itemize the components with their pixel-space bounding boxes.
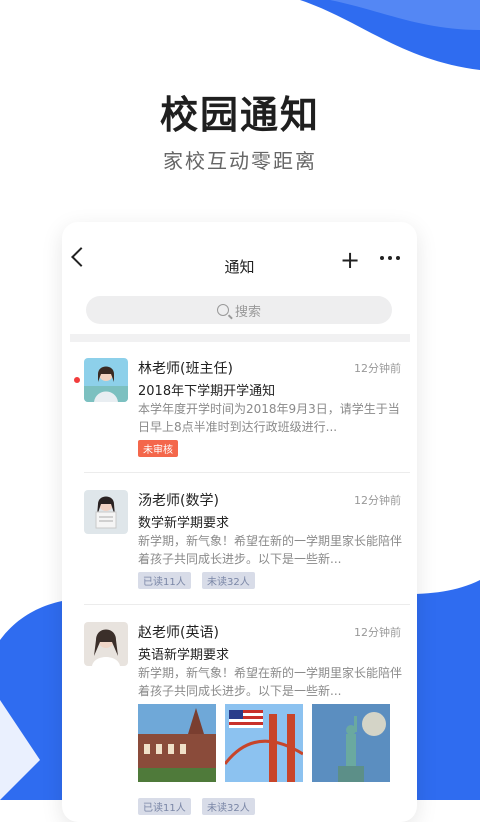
timestamp: 12分钟前: [354, 362, 401, 375]
sender-name: 汤老师(数学): [138, 493, 219, 509]
plus-icon[interactable]: +: [340, 248, 360, 272]
divider: [84, 472, 410, 473]
photo-thumbnail-statue[interactable]: [312, 704, 390, 782]
unread-dot: [74, 377, 80, 383]
avatar: [84, 358, 128, 402]
notice-excerpt: 新学期，新气象！希望在新的一学期里家长能陪伴着孩子共同成长进步。以下是一些新..…: [138, 666, 403, 698]
sender-name: 林老师(班主任): [138, 361, 233, 377]
read-count-badge: 已读11人: [138, 798, 191, 815]
notice-item[interactable]: 林老师(班主任) 12分钟前 2018年下学期开学通知 本学年度开学时间为201…: [62, 352, 417, 470]
notice-excerpt: 新学期，新气象！希望在新的一学期里家长能陪伴着孩子共同成长进步。以下是一些新..…: [138, 534, 403, 566]
photo-thumbnail-bridge[interactable]: [225, 704, 303, 782]
status-badge: 未审核: [138, 440, 178, 457]
unread-count-badge: 未读32人: [202, 798, 255, 815]
notice-item[interactable]: 汤老师(数学) 12分钟前 数学新学期要求 新学期，新气象！希望在新的一学期里家…: [62, 484, 417, 602]
photo-thumbnail-building[interactable]: [138, 704, 216, 782]
notice-subject: 数学新学期要求: [138, 516, 230, 531]
nav-title: 通知: [224, 258, 255, 276]
notice-item[interactable]: 赵老师(英语) 12分钟前 英语新学期要求 新学期，新气象！希望在新的一学期里家…: [62, 616, 417, 816]
hero-subtitle: 家校互动零距离: [163, 149, 317, 173]
timestamp: 12分钟前: [354, 626, 401, 639]
nav-bar: 通知 +: [62, 222, 417, 284]
notice-subject: 英语新学期要求: [138, 648, 230, 663]
divider: [84, 604, 410, 605]
avatar: [84, 622, 128, 666]
more-dots-icon[interactable]: [380, 256, 400, 260]
unread-count-badge: 未读32人: [202, 572, 255, 589]
section-divider: [70, 334, 410, 342]
search-placeholder: 搜索: [234, 304, 261, 320]
timestamp: 12分钟前: [354, 494, 401, 507]
notice-subject: 2018年下学期开学通知: [138, 384, 276, 399]
phone-card: 通知 + 搜索 林老师(班主任) 12分钟前 2018年下学期开学通知 本学年度…: [62, 222, 417, 822]
avatar: [84, 490, 128, 534]
sender-name: 赵老师(英语): [138, 625, 219, 641]
hero-title: 校园通知: [159, 93, 320, 137]
read-count-badge: 已读11人: [138, 572, 191, 589]
notice-excerpt: 本学年度开学时间为2018年9月3日，请学生于当日早上8点半准时到达行政班级进行…: [138, 402, 400, 434]
search-icon: [216, 304, 229, 316]
search-input[interactable]: 搜索: [86, 296, 392, 324]
